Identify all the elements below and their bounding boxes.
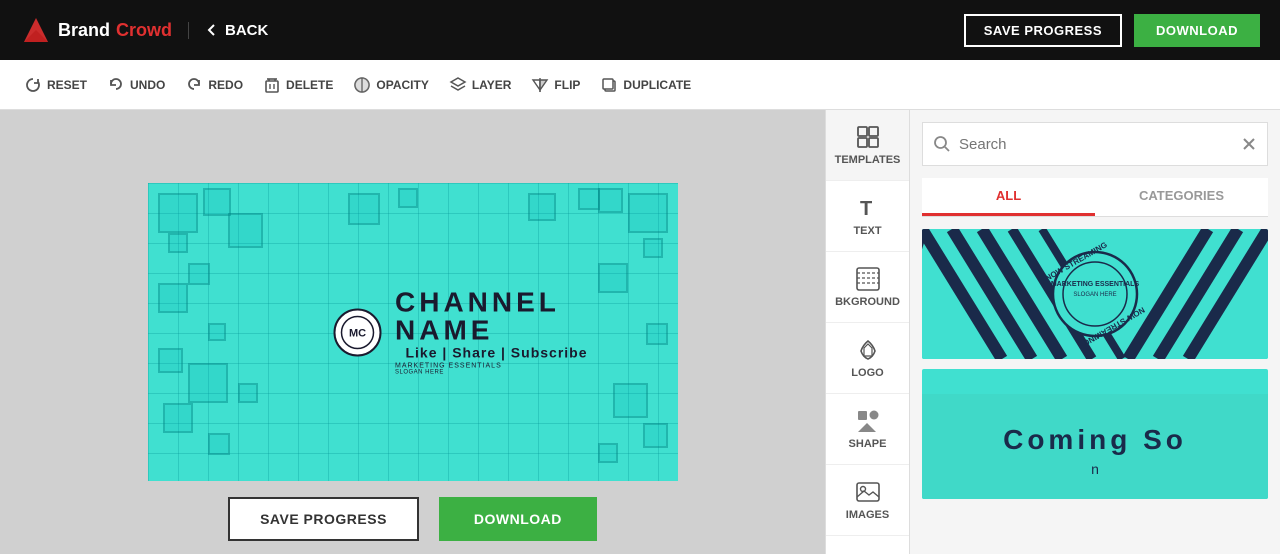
back-label: BACK: [225, 22, 268, 39]
redo-icon: [185, 76, 203, 94]
sidebar-item-text[interactable]: T TEXT: [826, 181, 909, 252]
channel-sub-text: Like | Share | Subscribe: [395, 345, 598, 361]
delete-tool[interactable]: DELETE: [255, 72, 341, 98]
clear-search-icon[interactable]: [1241, 136, 1257, 152]
svg-text:T: T: [860, 198, 872, 220]
text-icon: T: [855, 195, 881, 221]
search-icon: [933, 135, 951, 153]
panel-tabs: ALL CATEGORIES: [922, 178, 1268, 217]
template-1-svg: MARKETING ESSENTIALS SLOGAN HERE NOW STR…: [922, 229, 1268, 359]
redo-tool[interactable]: REDO: [177, 72, 251, 98]
download-button-bottom[interactable]: DOWNLOAD: [439, 497, 597, 541]
templates-panel: ALL CATEGORIES: [910, 110, 1280, 554]
template-item-1[interactable]: MARKETING ESSENTIALS SLOGAN HERE NOW STR…: [922, 229, 1268, 359]
search-input[interactable]: [959, 136, 1241, 153]
back-button[interactable]: BACK: [188, 22, 268, 39]
undo-tool[interactable]: UNDO: [99, 72, 173, 98]
channel-name-text: CHANNEL NAME: [395, 289, 598, 345]
marketing-text: MARKETING ESSENTIALS: [395, 363, 598, 370]
flip-icon: [531, 76, 549, 94]
delete-icon: [263, 76, 281, 94]
canvas-area: MC CHANNEL NAME Like | Share | Subscribe…: [0, 110, 825, 554]
redo-label: REDO: [208, 78, 243, 92]
header-right: SAVE PROGRESS DOWNLOAD: [964, 14, 1260, 47]
bkground-label: BKGROUND: [835, 296, 900, 308]
logo: Brand Crowd: [20, 14, 172, 46]
opacity-label: OPACITY: [376, 78, 428, 92]
svg-text:n: n: [1091, 461, 1099, 477]
reset-label: RESET: [47, 78, 87, 92]
canvas-content: MC CHANNEL NAME Like | Share | Subscribe…: [333, 289, 598, 376]
channel-logo: MC: [333, 308, 381, 356]
reset-tool[interactable]: RESET: [16, 72, 95, 98]
svg-text:MC: MC: [348, 327, 365, 339]
text-label: TEXT: [853, 225, 881, 237]
template-item-2[interactable]: Coming So n: [922, 369, 1268, 499]
back-chevron-icon: [205, 23, 219, 37]
canvas-bottom-bar: SAVE PROGRESS DOWNLOAD: [0, 484, 825, 554]
images-label: IMAGES: [846, 509, 889, 521]
canvas-wrapper: MC CHANNEL NAME Like | Share | Subscribe…: [148, 183, 678, 481]
icons-panel: TEMPLATES T TEXT BKGROUND LOGO: [825, 110, 910, 554]
undo-label: UNDO: [130, 78, 165, 92]
duplicate-tool[interactable]: DUPLICATE: [592, 72, 699, 98]
layer-tool[interactable]: LAYER: [441, 72, 520, 98]
logo-crowd-text: Crowd: [116, 20, 172, 41]
svg-text:MARKETING ESSENTIALS: MARKETING ESSENTIALS: [1051, 281, 1140, 288]
layer-icon: [449, 76, 467, 94]
bkground-icon: [855, 266, 881, 292]
canvas-image[interactable]: MC CHANNEL NAME Like | Share | Subscribe…: [148, 183, 678, 481]
template-2-svg: Coming So n: [922, 369, 1268, 499]
shape-label: SHAPE: [849, 438, 887, 450]
templates-icon: [855, 124, 881, 150]
undo-icon: [107, 76, 125, 94]
sidebar-item-shape[interactable]: SHAPE: [826, 394, 909, 465]
logo-label: LOGO: [851, 367, 883, 379]
download-button-header[interactable]: DOWNLOAD: [1134, 14, 1260, 47]
svg-text:SLOGAN HERE: SLOGAN HERE: [1073, 292, 1116, 298]
sidebar-item-bkground[interactable]: BKGROUND: [826, 252, 909, 323]
flip-label: FLIP: [554, 78, 580, 92]
save-progress-button-header[interactable]: SAVE PROGRESS: [964, 14, 1122, 47]
tab-all[interactable]: ALL: [922, 178, 1095, 216]
flip-tool[interactable]: FLIP: [523, 72, 588, 98]
channel-logo-svg: MC: [339, 314, 375, 350]
images-icon: [855, 479, 881, 505]
sidebar-item-logo[interactable]: LOGO: [826, 323, 909, 394]
channel-text-block: CHANNEL NAME Like | Share | Subscribe MA…: [395, 289, 598, 376]
search-bar: [922, 122, 1268, 166]
logo-icon: [20, 14, 52, 46]
save-progress-button-bottom[interactable]: SAVE PROGRESS: [228, 497, 419, 541]
tab-categories[interactable]: CATEGORIES: [1095, 178, 1268, 216]
header-left: Brand Crowd BACK: [20, 14, 268, 46]
svg-text:Coming So: Coming So: [1003, 424, 1187, 455]
logo-panel-icon: [855, 337, 881, 363]
sidebar-item-templates[interactable]: TEMPLATES: [826, 110, 909, 181]
duplicate-label: DUPLICATE: [623, 78, 691, 92]
toolbar: RESET UNDO REDO DELETE OPACIT: [0, 60, 1280, 110]
layer-label: LAYER: [472, 78, 512, 92]
duplicate-icon: [600, 76, 618, 94]
opacity-icon: [353, 76, 371, 94]
delete-label: DELETE: [286, 78, 333, 92]
reset-icon: [24, 76, 42, 94]
shape-icon: [855, 408, 881, 434]
sidebar-item-images[interactable]: IMAGES: [826, 465, 909, 536]
template-grid: MARKETING ESSENTIALS SLOGAN HERE NOW STR…: [910, 217, 1280, 554]
main-layout: MC CHANNEL NAME Like | Share | Subscribe…: [0, 110, 1280, 554]
logo-brand-text: Brand: [58, 20, 110, 41]
opacity-tool[interactable]: OPACITY: [345, 72, 436, 98]
slogan-text: SLOGAN HERE: [395, 370, 598, 376]
header: Brand Crowd BACK SAVE PROGRESS DOWNLOAD: [0, 0, 1280, 60]
templates-label: TEMPLATES: [835, 154, 901, 166]
